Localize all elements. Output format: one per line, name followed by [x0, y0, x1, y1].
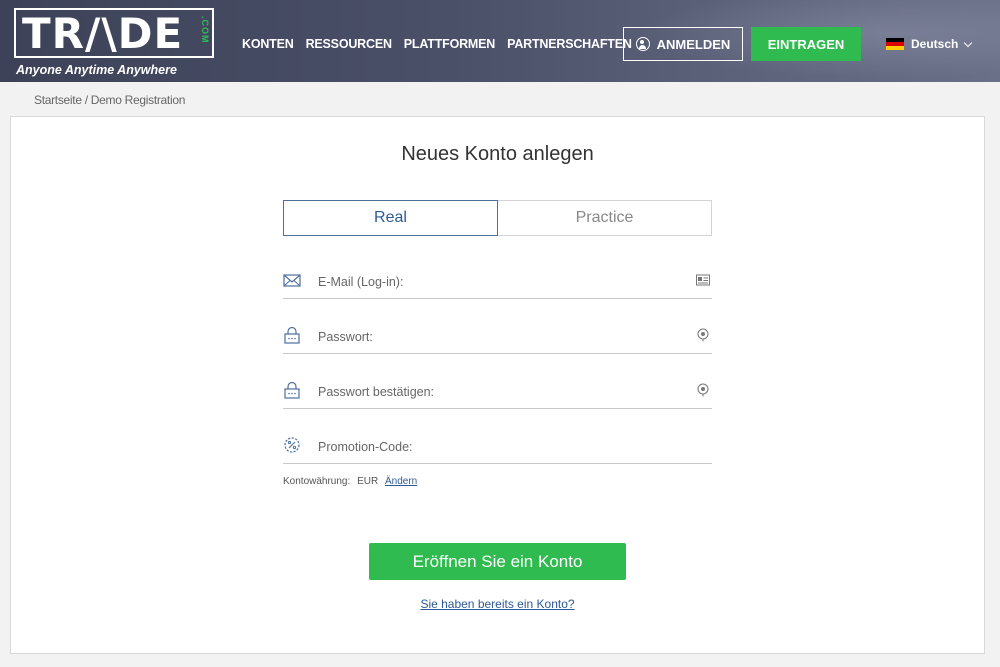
login-button[interactable]: ANMELDEN [623, 27, 743, 61]
logo-suffix: .COM [200, 16, 210, 44]
site-header: TR/\DE .COM Anyone Anytime Anywhere KONT… [0, 0, 1000, 82]
email-placeholder: E-Mail (Log-in): [318, 275, 404, 289]
logo[interactable]: TR/\DE .COM [14, 8, 214, 58]
chevron-down-icon [964, 38, 973, 47]
currency-label: Kontowährung: [283, 476, 351, 487]
password-field[interactable]: Passwort: [283, 318, 712, 354]
language-label: Deutsch [911, 37, 959, 51]
account-currency: Kontowährung: EUR Ändern [283, 476, 417, 487]
signup-button[interactable]: EINTRAGEN [751, 27, 861, 61]
german-flag-icon [886, 38, 904, 50]
promo-code-field[interactable]: Promotion-Code: [283, 428, 712, 464]
lock-icon [284, 326, 300, 344]
user-icon [635, 37, 650, 51]
login-button-label: ANMELDEN [656, 36, 731, 52]
show-password-icon[interactable] [696, 328, 710, 342]
logo-text: TR/\DE [22, 9, 184, 58]
tab-real[interactable]: Real [283, 200, 498, 236]
breadcrumb[interactable]: Startseite / Demo Registration [34, 93, 185, 107]
lock-icon [284, 381, 300, 399]
tab-practice[interactable]: Practice [498, 200, 712, 236]
nav-item-ressourcen[interactable]: RESSOURCEN [306, 37, 392, 51]
envelope-icon [283, 274, 301, 287]
nav-item-konten[interactable]: KONTEN [242, 37, 294, 51]
show-password-icon[interactable] [696, 383, 710, 397]
language-selector[interactable]: Deutsch [886, 37, 973, 51]
registration-card: Neues Konto anlegen Real Practice E-Mail… [10, 116, 985, 654]
tagline: Anyone Anytime Anywhere [16, 63, 177, 77]
change-currency-link[interactable]: Ändern [385, 476, 417, 487]
password-confirm-placeholder: Passwort bestätigen: [318, 385, 435, 399]
nav-item-partnerschaften[interactable]: PARTNERSCHAFTEN [507, 37, 632, 51]
page-title: Neues Konto anlegen [401, 143, 594, 165]
password-confirm-field[interactable]: Passwort bestätigen: [283, 373, 712, 409]
open-account-button[interactable]: Eröffnen Sie ein Konto [369, 543, 626, 580]
existing-account-link[interactable]: Sie haben bereits ein Konto? [11, 597, 984, 611]
nav-item-plattformen[interactable]: PLATTFORMEN [404, 37, 496, 51]
contact-card-icon[interactable] [696, 273, 710, 287]
percent-badge-icon [284, 437, 300, 453]
password-placeholder: Passwort: [318, 330, 373, 344]
email-field[interactable]: E-Mail (Log-in): [283, 263, 712, 299]
currency-value: EUR [357, 476, 379, 487]
account-type-tabs: Real Practice [283, 200, 712, 236]
promo-code-placeholder: Promotion-Code: [318, 440, 413, 454]
main-nav: KONTEN RESSOURCEN PLATTFORMEN PARTNERSCH… [242, 37, 632, 51]
